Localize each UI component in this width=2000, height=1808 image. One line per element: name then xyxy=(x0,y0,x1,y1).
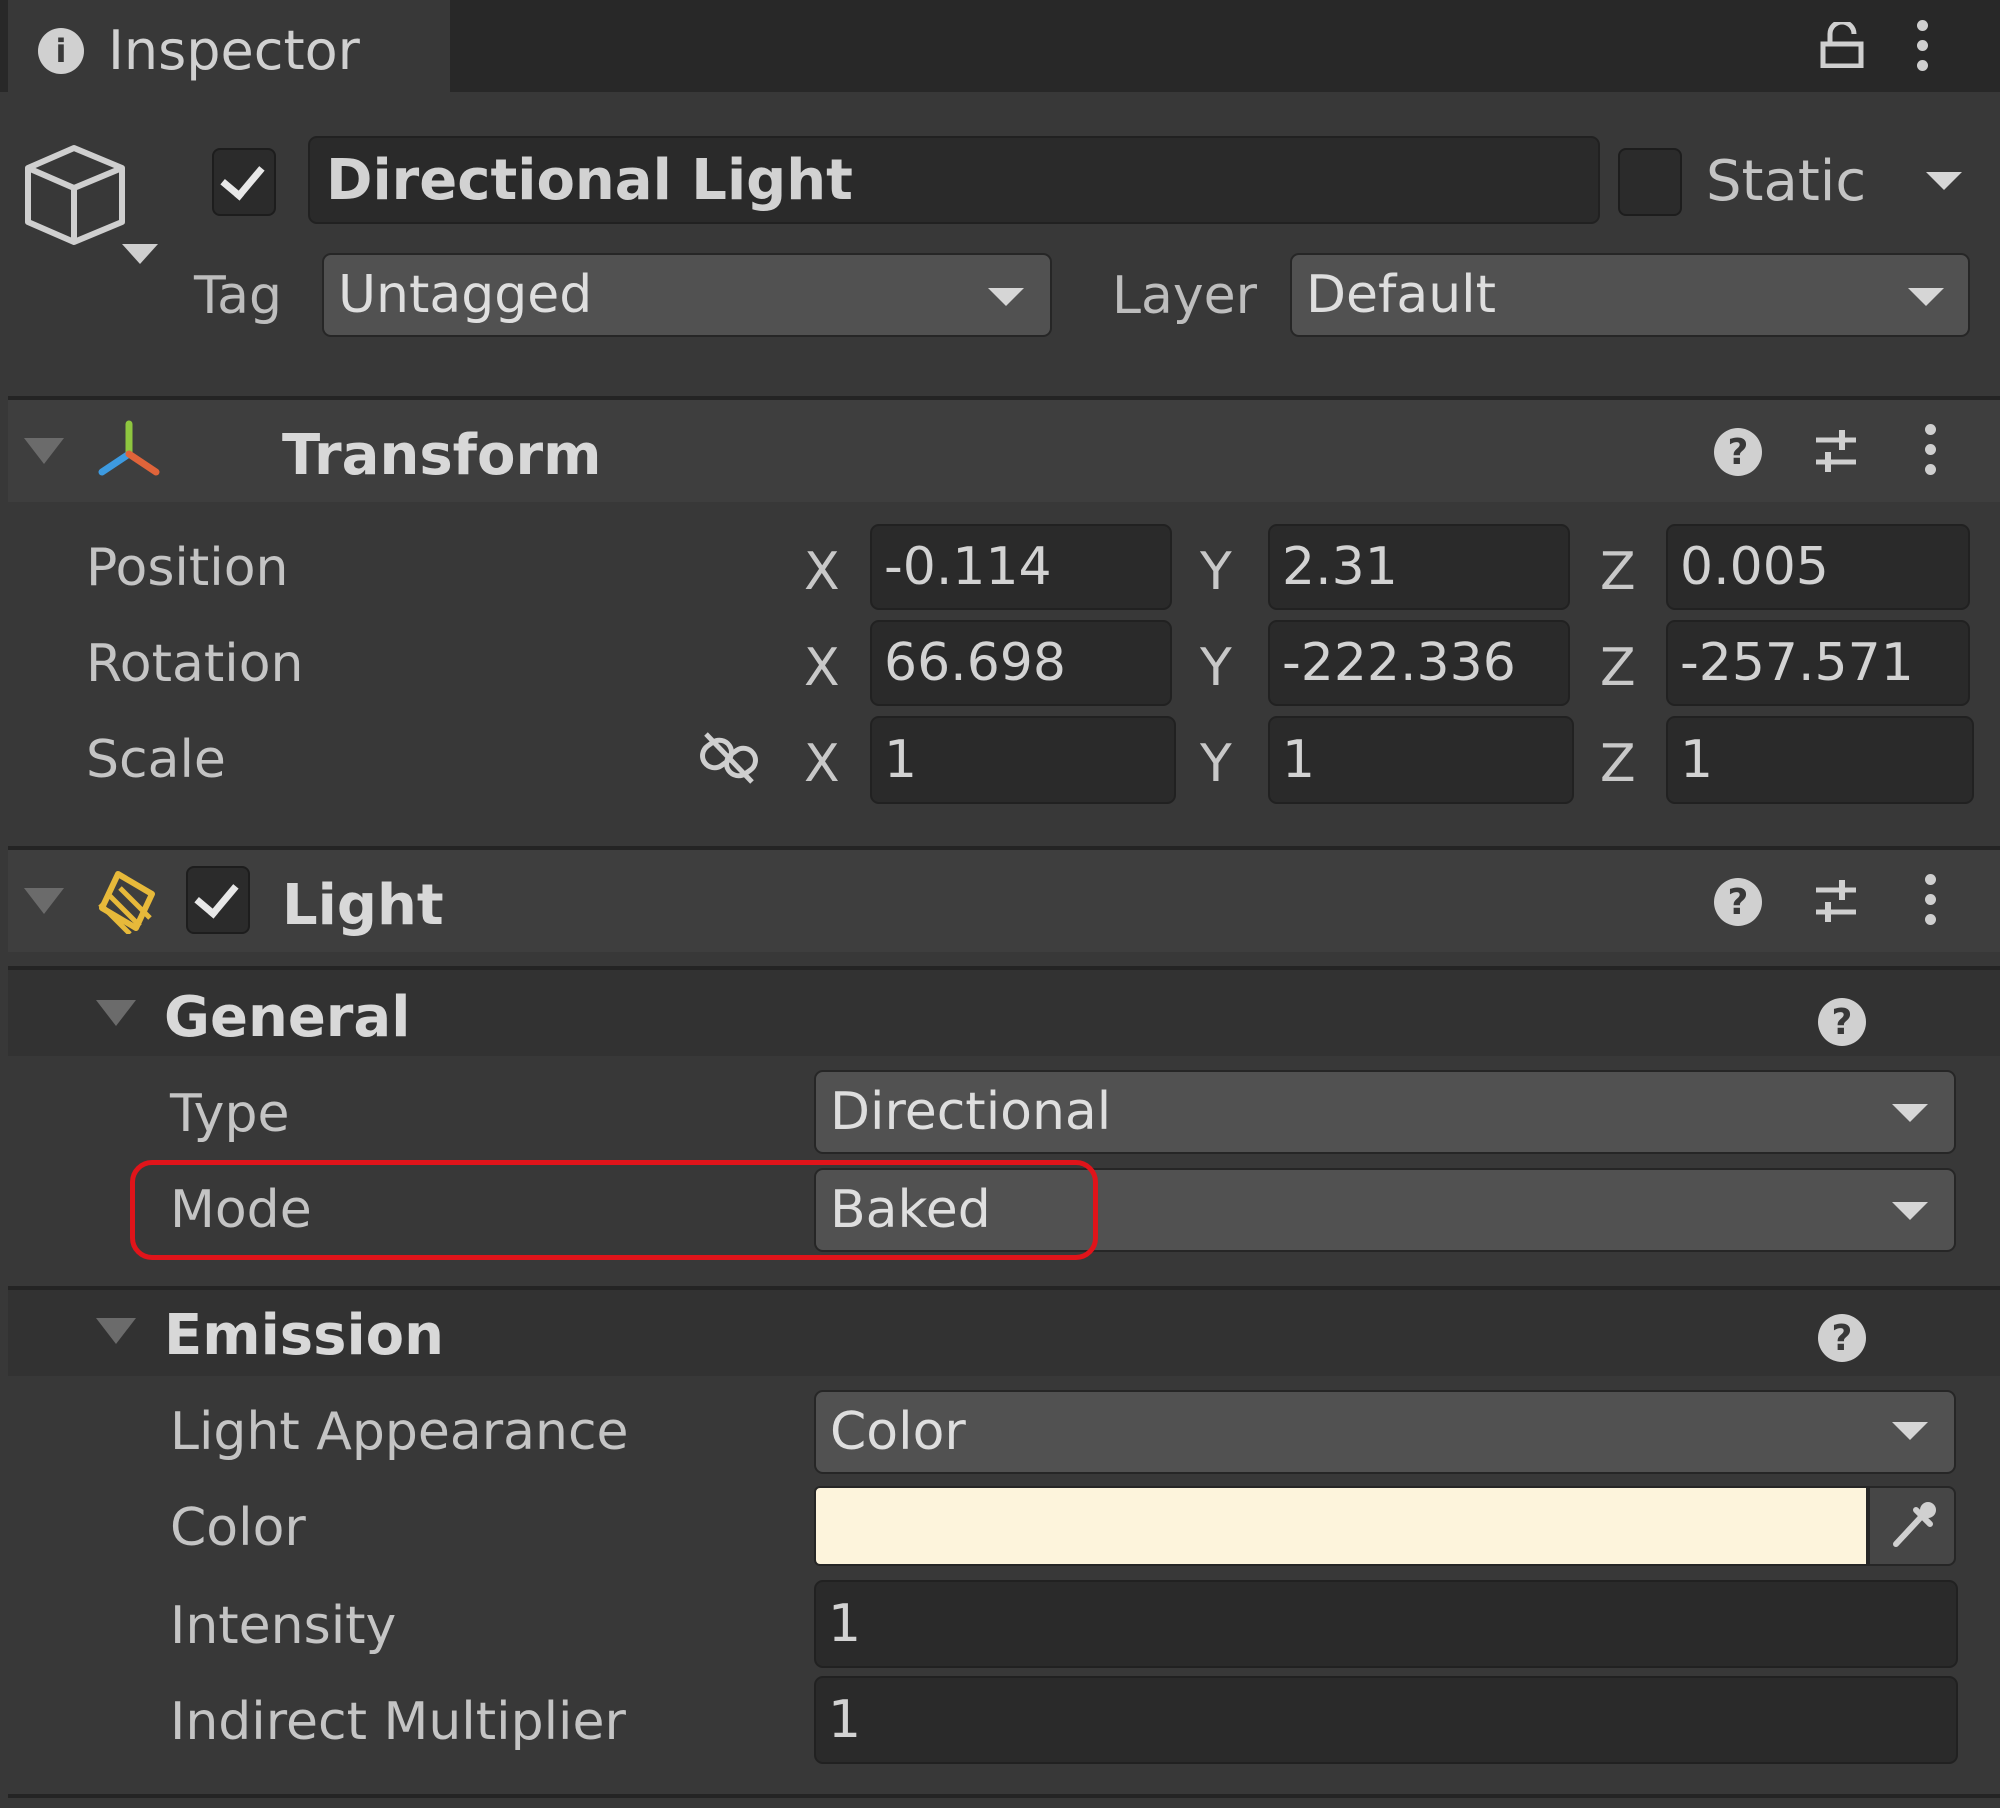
transform-icon xyxy=(96,420,162,480)
position-label: Position xyxy=(86,538,289,598)
tag-dropdown[interactable]: Untagged xyxy=(322,253,1052,337)
object-name-field[interactable]: Directional Light xyxy=(308,136,1600,224)
layer-label: Layer xyxy=(1112,266,1257,326)
light-enabled-checkbox[interactable] xyxy=(186,866,250,934)
intensity-field[interactable]: 1 xyxy=(814,1580,1958,1668)
indirect-multiplier-field[interactable]: 1 xyxy=(814,1676,1958,1764)
emission-foldout-icon[interactable] xyxy=(96,1318,136,1344)
scale-x-field[interactable]: 1 xyxy=(870,716,1176,804)
color-swatch[interactable] xyxy=(814,1486,1868,1566)
static-dropdown-icon[interactable] xyxy=(1926,172,1962,190)
lock-icon[interactable] xyxy=(1820,19,1864,69)
rotation-z-label[interactable]: Z xyxy=(1600,638,1636,698)
transform-menu-icon[interactable] xyxy=(1925,424,1936,476)
light-appearance-chevron-down-icon xyxy=(1892,1422,1928,1440)
transform-presets-icon[interactable] xyxy=(1812,426,1860,476)
intensity-label: Intensity xyxy=(170,1596,397,1656)
rotation-y-field[interactable]: -222.336 xyxy=(1268,620,1570,706)
inspector-tab[interactable]: i Inspector xyxy=(8,0,450,92)
check-icon xyxy=(194,872,239,919)
position-y-field[interactable]: 2.31 xyxy=(1268,524,1570,610)
layer-dropdown[interactable]: Default xyxy=(1290,253,1970,337)
tag-chevron-down-icon xyxy=(988,288,1024,306)
eyedropper-button[interactable] xyxy=(1868,1486,1956,1566)
rotation-z-field[interactable]: -257.571 xyxy=(1666,620,1970,706)
position-z-field[interactable]: 0.005 xyxy=(1666,524,1970,610)
light-foldout-icon[interactable] xyxy=(24,888,64,914)
transform-foldout-icon[interactable] xyxy=(24,438,64,464)
highlight-box xyxy=(130,1160,1098,1260)
emission-help-icon[interactable]: ? xyxy=(1818,1314,1866,1362)
static-checkbox[interactable] xyxy=(1618,148,1682,216)
scale-z-field[interactable]: 1 xyxy=(1666,716,1974,804)
scale-label: Scale xyxy=(86,730,226,790)
general-help-icon[interactable]: ? xyxy=(1818,998,1866,1046)
static-label: Static xyxy=(1706,149,1867,214)
check-icon xyxy=(220,154,265,201)
rotation-y-label[interactable]: Y xyxy=(1200,638,1232,698)
type-chevron-down-icon xyxy=(1892,1104,1928,1122)
scale-y-label[interactable]: Y xyxy=(1200,734,1232,794)
gameobject-cube-icon[interactable] xyxy=(22,140,162,270)
inspector-tab-label: Inspector xyxy=(108,19,360,82)
rotation-x-label[interactable]: X xyxy=(804,638,840,698)
position-z-label[interactable]: Z xyxy=(1600,542,1636,602)
light-menu-icon[interactable] xyxy=(1925,874,1936,926)
light-appearance-label: Light Appearance xyxy=(170,1402,629,1462)
color-label: Color xyxy=(170,1498,306,1558)
divider xyxy=(8,1794,2000,1798)
light-title: Light xyxy=(282,873,444,938)
scale-y-field[interactable]: 1 xyxy=(1268,716,1574,804)
scale-z-label[interactable]: Z xyxy=(1600,734,1636,794)
scale-x-label[interactable]: X xyxy=(804,734,840,794)
transform-help-icon[interactable]: ? xyxy=(1714,428,1762,476)
layer-chevron-down-icon xyxy=(1908,288,1944,306)
emission-title: Emission xyxy=(164,1303,444,1368)
type-dropdown[interactable]: Directional xyxy=(814,1070,1956,1154)
info-icon: i xyxy=(38,28,84,74)
light-appearance-dropdown[interactable]: Color xyxy=(814,1390,1956,1474)
position-x-field[interactable]: -0.114 xyxy=(870,524,1172,610)
type-label: Type xyxy=(170,1084,290,1144)
tag-label: Tag xyxy=(194,266,283,326)
directional-light-icon xyxy=(92,868,164,936)
tab-menu-icon[interactable] xyxy=(1917,20,1928,72)
active-checkbox[interactable] xyxy=(212,148,276,216)
rotation-label: Rotation xyxy=(86,634,304,694)
position-y-label[interactable]: Y xyxy=(1200,542,1232,602)
light-help-icon[interactable]: ? xyxy=(1714,878,1762,926)
rotation-x-field[interactable]: 66.698 xyxy=(870,620,1172,706)
constrain-proportions-link-icon[interactable] xyxy=(696,728,762,788)
mode-chevron-down-icon xyxy=(1892,1202,1928,1220)
general-title: General xyxy=(164,985,411,1050)
light-presets-icon[interactable] xyxy=(1812,876,1860,926)
indirect-multiplier-label: Indirect Multiplier xyxy=(170,1692,626,1752)
general-foldout-icon[interactable] xyxy=(96,1000,136,1026)
transform-title: Transform xyxy=(282,423,602,488)
position-x-label[interactable]: X xyxy=(804,542,840,602)
